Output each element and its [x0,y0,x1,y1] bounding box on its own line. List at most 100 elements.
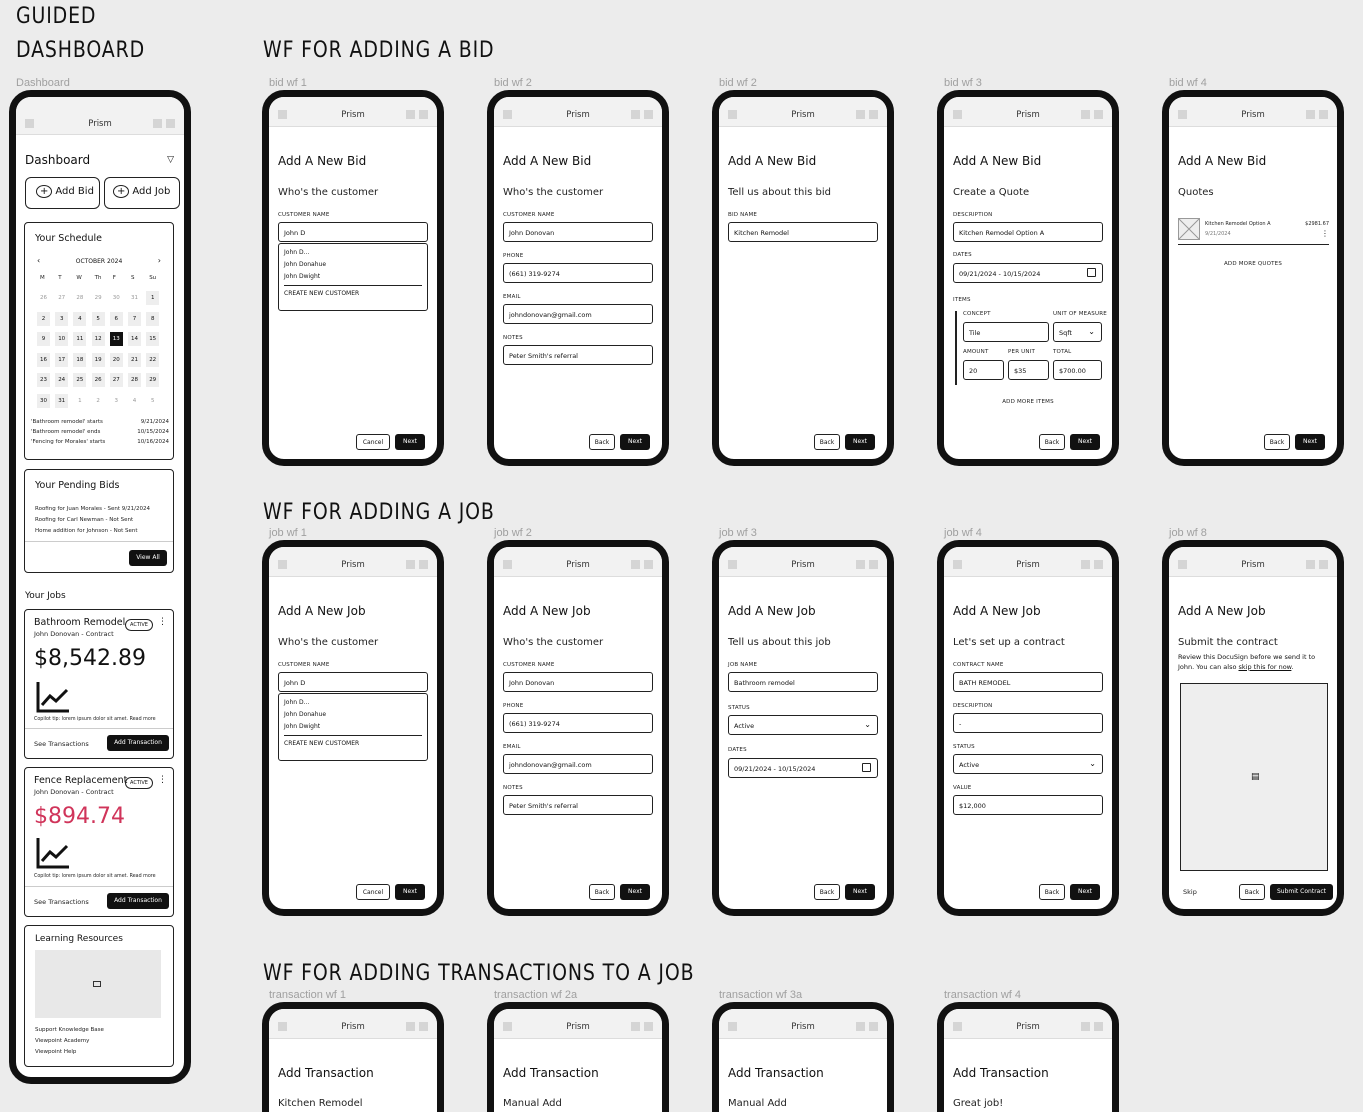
calendar-day[interactable]: 27 [109,373,123,387]
calendar-day[interactable]: 23 [37,373,50,387]
add-more-quotes-link[interactable]: ADD MORE QUOTES [1169,261,1337,267]
per-unit-input[interactable]: $35 [1008,360,1049,380]
phone-input[interactable]: (661) 319-9274 [503,713,653,733]
skip-link[interactable]: Skip [1183,888,1197,896]
filter-icon[interactable]: ▽ [167,155,174,165]
learning-link[interactable]: Viewpoint Help [35,1049,76,1055]
calendar-day[interactable]: 15 [146,332,160,346]
add-transaction-button[interactable]: Add Transaction [107,893,169,909]
job-name-input[interactable]: Bathroom remodel [728,672,878,692]
dropdown-option[interactable]: John D... [284,699,422,706]
learning-link[interactable]: Viewpoint Academy [35,1038,89,1044]
dropdown-option[interactable]: John Dwight [284,273,422,280]
back-button[interactable]: Back [1039,434,1065,450]
calendar-icon[interactable] [862,763,871,772]
calendar-day[interactable]: 11 [73,332,87,346]
calendar-day[interactable]: 31 [128,291,141,305]
calendar-day[interactable]: 4 [73,311,87,326]
calendar-day[interactable]: 13 [109,332,123,346]
phone-input[interactable]: (661) 319-9274 [503,263,653,283]
pending-bid-item[interactable]: Roofing for Carl Newman - Not Sent [35,517,133,523]
view-all-button[interactable]: View All [129,550,167,566]
pending-bid-item[interactable]: Home addition for Johnson - Not Sent [35,528,138,534]
add-transaction-button[interactable]: Add Transaction [107,735,169,751]
back-button[interactable]: Back [814,884,840,900]
submit-contract-button[interactable]: Submit Contract [1270,884,1333,900]
email-input[interactable]: johndonovan@gmail.com [503,754,653,774]
value-input[interactable]: $12,000 [953,795,1103,815]
back-button[interactable]: Back [814,434,840,450]
calendar-day[interactable]: 26 [37,291,50,305]
back-button[interactable]: Back [589,434,615,450]
calendar-day[interactable]: 2 [37,311,50,326]
back-button[interactable]: Back [1264,434,1290,450]
calendar-day[interactable]: 18 [73,352,87,367]
dropdown-option[interactable]: John Donahue [284,711,422,718]
description-input[interactable]: Kitchen Remodel Option A [953,222,1103,242]
customer-name-input[interactable]: John D [278,672,428,692]
calendar-day[interactable]: 2 [92,394,105,408]
more-icon[interactable]: ⋮ [158,775,167,785]
calendar-day[interactable]: 20 [109,352,123,367]
job-card[interactable]: Bathroom Remodel ACTIVE ⋮ John Donovan -… [24,609,174,759]
next-button[interactable]: Next [845,434,875,450]
next-button[interactable]: Next [395,434,425,450]
skip-for-now-link[interactable]: skip this for now [1239,663,1292,671]
calendar-day[interactable]: 29 [146,373,160,387]
see-transactions-link[interactable]: See Transactions [34,740,89,748]
customer-name-input[interactable]: John D [278,222,428,242]
next-button[interactable]: Next [395,884,425,900]
calendar-day[interactable]: 7 [128,311,141,326]
calendar-day[interactable]: 19 [91,352,105,367]
next-button[interactable]: Next [620,884,650,900]
dates-input[interactable]: 09/21/2024 - 10/15/2024 [728,758,878,778]
next-button[interactable]: Next [1070,884,1100,900]
notes-input[interactable]: Peter Smith's referral [503,345,653,365]
unit-select[interactable]: Sqft ⌄ [1053,322,1102,342]
status-select[interactable]: Active ⌄ [953,754,1103,774]
back-button[interactable]: Back [1239,884,1265,900]
calendar-day[interactable]: 24 [55,373,69,387]
amount-input[interactable]: 20 [963,360,1004,380]
quote-item[interactable]: Kitchen Remodel Option A 9/21/2024 $2981… [1178,215,1329,245]
video-placeholder[interactable] [35,950,161,1018]
job-card[interactable]: Fence Replacement ACTIVE ⋮ John Donovan … [24,767,174,917]
calendar-day[interactable]: 29 [92,291,105,305]
calendar-day[interactable]: 27 [55,291,68,305]
calendar-day[interactable]: 9 [37,332,50,346]
calendar-day[interactable]: 31 [55,393,69,408]
calendar-day[interactable]: 6 [109,311,123,326]
notes-input[interactable]: Peter Smith's referral [503,795,653,815]
docusign-preview[interactable]: ▤ [1180,683,1328,871]
calendar-day[interactable]: 5 [91,311,105,326]
next-month-icon[interactable]: › [158,256,161,265]
dropdown-option[interactable]: John Dwight [284,723,422,730]
calendar-day[interactable]: 14 [128,332,141,346]
dropdown-option[interactable]: John Donahue [284,261,422,268]
more-icon[interactable]: ⋮ [158,617,167,627]
calendar-day[interactable]: 28 [73,291,86,305]
next-button[interactable]: Next [845,884,875,900]
add-bid-button[interactable]: + Add Bid [25,177,100,209]
calendar-day[interactable]: 16 [37,352,50,367]
learning-link[interactable]: Support Knowledge Base [35,1027,104,1033]
back-button[interactable]: Back [589,884,615,900]
dropdown-option[interactable]: John D... [284,249,422,256]
status-select[interactable]: Active ⌄ [728,715,878,735]
add-job-button[interactable]: + Add Job [104,177,180,209]
dates-input[interactable]: 09/21/2024 - 10/15/2024 [953,263,1103,283]
concept-input[interactable]: Tile [963,322,1049,342]
pending-bid-item[interactable]: Roofing for Juan Morales - Sent 9/21/202… [35,506,150,512]
calendar-day[interactable]: 1 [146,291,160,305]
create-new-customer-option[interactable]: CREATE NEW CUSTOMER [284,735,422,747]
calendar-day[interactable]: 17 [55,352,69,367]
calendar-day[interactable]: 30 [37,393,50,408]
back-button[interactable]: Back [1039,884,1065,900]
bid-name-input[interactable]: Kitchen Remodel [728,222,878,242]
contract-name-input[interactable]: BATH REMODEL [953,672,1103,692]
calendar-day[interactable]: 1 [73,394,86,408]
calendar-day[interactable]: 28 [128,373,141,387]
create-new-customer-option[interactable]: CREATE NEW CUSTOMER [284,285,422,297]
more-icon[interactable]: ⋮ [1321,229,1329,238]
calendar-day[interactable]: 30 [110,291,123,305]
